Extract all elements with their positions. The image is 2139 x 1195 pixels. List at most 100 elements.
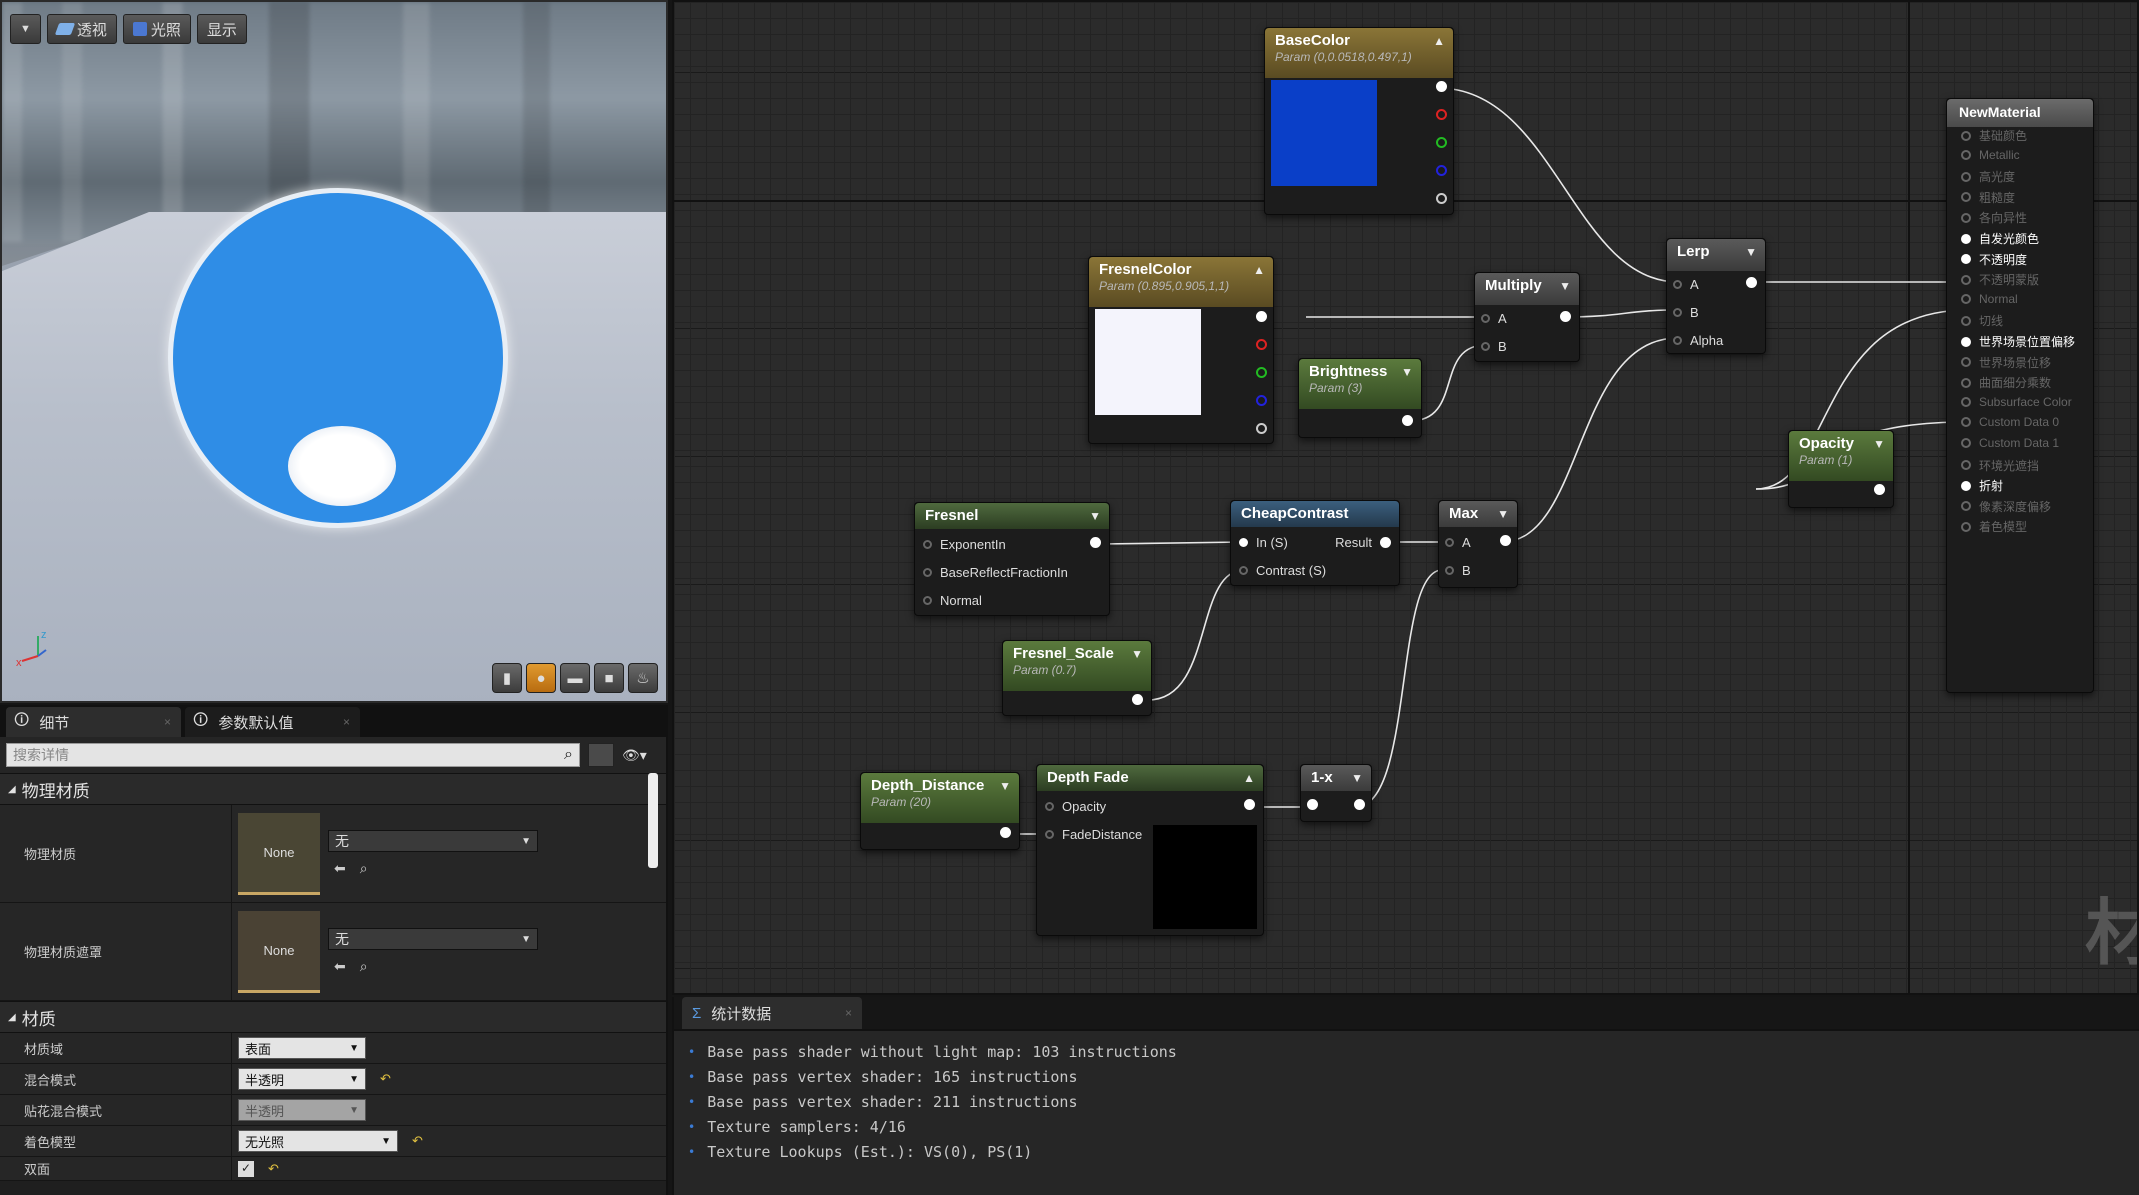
node-basecolor[interactable]: BaseColor Param (0,0.0518,0.497,1) ▲ [1264,27,1454,215]
node-fresnel-scale[interactable]: Fresnel_Scale Param (0.7) ▼ [1002,640,1152,716]
collapse-triangle-icon[interactable]: ▼ [1745,245,1757,259]
asset-picker-combo[interactable]: 无 ▼ [328,830,538,852]
show-button[interactable]: 显示 [196,14,247,44]
node-multiply[interactable]: Multiply ▼ A B [1474,272,1580,362]
material-input-pin[interactable]: 曲面细分乘数 [1961,374,2051,391]
input-pin-a[interactable]: A [1445,535,1471,550]
teapot-icon[interactable]: ♨ [628,663,658,693]
material-input-pin[interactable]: 折射 [1961,477,2003,494]
output-pin[interactable] [1402,415,1413,426]
output-pin[interactable] [1132,694,1143,705]
input-pin-b[interactable]: B [1673,305,1699,320]
material-input-pin[interactable]: 世界场景位置偏移 [1961,333,2075,350]
material-input-pin[interactable]: 不透明蒙版 [1961,271,2039,288]
material-input-pin[interactable]: 粗糙度 [1961,189,2015,206]
output-pin[interactable] [1746,277,1757,288]
material-input-pin[interactable]: 着色模型 [1961,518,2027,535]
output-pin-r[interactable] [1256,339,1267,350]
browse-search-icon[interactable]: ⌕ [360,860,368,877]
node-max[interactable]: Max ▼ A B [1438,500,1518,588]
input-pin-opacity[interactable]: Opacity [1045,799,1106,814]
input-pin-a[interactable]: A [1673,277,1699,292]
use-selected-arrow-icon[interactable]: ⬅ [334,958,346,975]
shading-model-dropdown[interactable]: 无光照 ▼ [238,1130,398,1152]
output-pin[interactable] [1244,799,1255,810]
input-pin[interactable] [1307,799,1318,810]
tab-stats[interactable]: Σ 统计数据 × [682,997,862,1029]
output-pin-rgb[interactable] [1256,311,1267,322]
output-pin[interactable] [1874,484,1885,495]
grid-view-icon[interactable] [588,743,614,767]
node-opacity[interactable]: Opacity Param (1) ▼ [1788,430,1894,508]
close-icon[interactable]: × [845,1006,852,1020]
asset-picker-combo[interactable]: 无 ▼ [328,928,538,950]
output-pin[interactable] [1354,799,1365,810]
input-pin-contrast[interactable]: Contrast (S) [1239,563,1326,578]
section-physical-material[interactable]: ◢ 物理材质 [0,773,666,805]
eye-icon[interactable]: 👁▾ [622,747,647,764]
collapse-triangle-icon[interactable]: ▼ [1131,647,1143,661]
output-pin[interactable] [1560,311,1571,322]
perspective-button[interactable]: 透视 [46,14,117,44]
material-input-pin[interactable]: 高光度 [1961,168,2015,185]
material-input-pin[interactable]: 切线 [1961,312,2003,329]
material-input-pin[interactable]: 自发光颜色 [1961,230,2039,247]
input-pin-a[interactable]: A [1481,311,1507,326]
material-input-pin[interactable]: 世界场景位移 [1961,354,2051,371]
material-input-pin[interactable]: 不透明度 [1961,251,2027,268]
output-pin-b[interactable] [1436,165,1447,176]
output-pin-r[interactable] [1436,109,1447,120]
output-pin-g[interactable] [1436,137,1447,148]
material-domain-dropdown[interactable]: 表面 ▼ [238,1037,366,1059]
material-graph[interactable]: 材 BaseColorParam (0,0.0518,0.497,1)▲ Fre… [672,0,2139,995]
lighting-button[interactable]: 光照 [122,14,191,44]
material-input-pin[interactable]: 环境光遮挡 [1961,457,2039,474]
input-pin-exponentin[interactable]: ExponentIn [923,537,1006,552]
collapse-triangle-icon[interactable]: ▼ [1351,771,1363,785]
plane-icon[interactable]: ▬ [560,663,590,693]
collapse-triangle-icon[interactable]: ▼ [1089,509,1101,523]
output-pin[interactable] [1000,827,1011,838]
two-sided-checkbox[interactable]: ✓ [238,1160,254,1177]
material-input-pin[interactable]: Subsurface Color [1961,395,2072,409]
cube-icon[interactable]: ■ [594,663,624,693]
preview-viewport[interactable]: ▼ 透视 光照 显示 z x ▮ ● ▬ ■ ♨ [0,0,668,703]
output-pin-g[interactable] [1256,367,1267,378]
collapse-triangle-icon[interactable]: ▲ [1243,771,1255,785]
blend-mode-dropdown[interactable]: 半透明 ▼ [238,1068,366,1090]
output-pin[interactable] [1090,537,1101,548]
collapse-triangle-icon[interactable]: ▼ [1497,507,1509,521]
input-pin-normal[interactable]: Normal [923,593,982,608]
viewport-menu-button[interactable]: ▼ [10,14,41,44]
input-pin-fadedistance[interactable]: FadeDistance [1045,827,1142,842]
tab-details[interactable]: 🛈 细节 × [6,707,181,737]
sphere-icon[interactable]: ● [526,663,556,693]
output-pin-rgb[interactable] [1436,81,1447,92]
material-input-pin[interactable]: Normal [1961,292,2018,306]
output-pin-result[interactable]: Result [1335,535,1391,550]
material-input-pin[interactable]: 像素深度偏移 [1961,498,2051,515]
material-input-pin[interactable]: Custom Data 0 [1961,415,2059,429]
use-selected-arrow-icon[interactable]: ⬅ [334,860,346,877]
node-lerp[interactable]: Lerp ▼ A B Alpha [1666,238,1766,354]
input-pin-alpha[interactable]: Alpha [1673,333,1723,348]
collapse-triangle-icon[interactable]: ▼ [999,779,1011,793]
search-input[interactable]: 搜索详情 ⌕ [6,743,580,767]
collapse-triangle-icon[interactable]: ▼ [1873,437,1885,451]
section-material[interactable]: ◢ 材质 [0,1001,666,1033]
node-brightness[interactable]: Brightness Param (3) ▼ [1298,358,1422,438]
reset-to-default-icon[interactable]: ↶ [268,1161,279,1177]
node-depth-distance[interactable]: Depth_Distance Param (20) ▼ [860,772,1020,850]
input-pin-basereflectfractionin[interactable]: BaseReflectFractionIn [923,565,1068,580]
tab-parameter-defaults[interactable]: 🛈 参数默认值 × [185,707,360,737]
input-pin-b[interactable]: B [1481,339,1507,354]
collapse-triangle-icon[interactable]: ▼ [1559,279,1571,293]
material-input-pin[interactable]: 基础颜色 [1961,127,2027,144]
collapse-triangle-icon[interactable]: ▲ [1433,34,1445,48]
collapse-triangle-icon[interactable]: ▼ [1401,365,1413,379]
cylinder-icon[interactable]: ▮ [492,663,522,693]
output-pin-a[interactable] [1256,423,1267,434]
node-oneminus[interactable]: 1-x ▼ [1300,764,1372,822]
details-scrollbar[interactable] [648,773,658,868]
node-cheapcontrast[interactable]: CheapContrast In (S) Contrast (S) Result [1230,500,1400,586]
